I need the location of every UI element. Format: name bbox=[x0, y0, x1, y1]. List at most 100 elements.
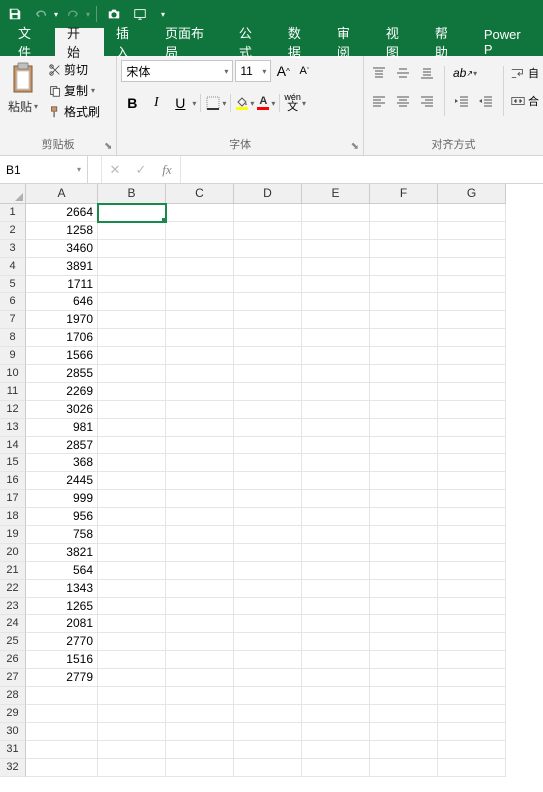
cell[interactable] bbox=[234, 276, 302, 294]
tab-view[interactable]: 视图 bbox=[374, 28, 423, 56]
cell[interactable] bbox=[234, 562, 302, 580]
cell[interactable] bbox=[166, 615, 234, 633]
cell[interactable] bbox=[98, 705, 166, 723]
cell[interactable] bbox=[98, 311, 166, 329]
cell[interactable] bbox=[302, 705, 370, 723]
cell[interactable] bbox=[370, 687, 438, 705]
row-header[interactable]: 12 bbox=[0, 401, 26, 419]
cell[interactable] bbox=[438, 204, 506, 222]
cell[interactable] bbox=[438, 329, 506, 347]
cancel-button[interactable]: ✕ bbox=[102, 162, 128, 178]
tab-insert[interactable]: 插入 bbox=[104, 28, 153, 56]
cell[interactable] bbox=[438, 472, 506, 490]
border-button[interactable]: ▾ bbox=[205, 95, 226, 111]
cell[interactable] bbox=[98, 490, 166, 508]
cell[interactable] bbox=[370, 508, 438, 526]
cell[interactable] bbox=[98, 240, 166, 258]
cell[interactable]: 3821 bbox=[26, 544, 98, 562]
cell[interactable] bbox=[302, 204, 370, 222]
cell[interactable]: 2770 bbox=[26, 633, 98, 651]
cell[interactable] bbox=[370, 240, 438, 258]
cell[interactable] bbox=[302, 598, 370, 616]
tab-page-layout[interactable]: 页面布局 bbox=[153, 28, 227, 56]
cell[interactable] bbox=[370, 598, 438, 616]
row-header[interactable]: 5 bbox=[0, 276, 26, 294]
row-header[interactable]: 29 bbox=[0, 705, 26, 723]
cell[interactable] bbox=[370, 329, 438, 347]
row-header[interactable]: 6 bbox=[0, 293, 26, 311]
phonetic-button[interactable]: wén 文 ▾ bbox=[284, 93, 306, 113]
cell[interactable] bbox=[98, 347, 166, 365]
cell[interactable] bbox=[370, 293, 438, 311]
cell[interactable] bbox=[302, 687, 370, 705]
cell[interactable] bbox=[234, 741, 302, 759]
column-header[interactable]: G bbox=[438, 184, 506, 204]
row-header[interactable]: 10 bbox=[0, 365, 26, 383]
cell[interactable] bbox=[234, 723, 302, 741]
cell[interactable] bbox=[234, 454, 302, 472]
cell[interactable] bbox=[166, 562, 234, 580]
cell[interactable] bbox=[98, 669, 166, 687]
cell[interactable] bbox=[234, 669, 302, 687]
cell[interactable] bbox=[370, 526, 438, 544]
row-header[interactable]: 27 bbox=[0, 669, 26, 687]
row-header[interactable]: 24 bbox=[0, 615, 26, 633]
cell[interactable] bbox=[302, 293, 370, 311]
cell[interactable] bbox=[370, 401, 438, 419]
merge-center-button[interactable]: 合 bbox=[510, 90, 539, 112]
cell[interactable] bbox=[166, 311, 234, 329]
cell[interactable] bbox=[98, 419, 166, 437]
touch-mode-icon[interactable] bbox=[129, 3, 151, 25]
cell[interactable]: 2269 bbox=[26, 383, 98, 401]
orientation-button[interactable]: ab↗▾ bbox=[451, 62, 479, 84]
align-middle-button[interactable] bbox=[392, 62, 414, 84]
row-header[interactable]: 25 bbox=[0, 633, 26, 651]
row-header[interactable]: 30 bbox=[0, 723, 26, 741]
tab-home[interactable]: 开始 bbox=[55, 28, 104, 56]
cell[interactable] bbox=[438, 222, 506, 240]
enter-button[interactable]: ✓ bbox=[128, 162, 154, 178]
cell[interactable] bbox=[438, 562, 506, 580]
align-right-button[interactable] bbox=[416, 90, 438, 112]
cell[interactable] bbox=[98, 526, 166, 544]
row-header[interactable]: 13 bbox=[0, 419, 26, 437]
cell[interactable] bbox=[98, 222, 166, 240]
row-header[interactable]: 26 bbox=[0, 651, 26, 669]
cell[interactable] bbox=[98, 454, 166, 472]
cell[interactable] bbox=[234, 204, 302, 222]
cell[interactable] bbox=[98, 383, 166, 401]
cell[interactable] bbox=[302, 651, 370, 669]
cell[interactable] bbox=[166, 347, 234, 365]
format-painter-button[interactable]: 格式刷 bbox=[46, 102, 102, 121]
cell[interactable] bbox=[234, 240, 302, 258]
cell[interactable] bbox=[98, 562, 166, 580]
cell[interactable] bbox=[234, 419, 302, 437]
column-header[interactable]: C bbox=[166, 184, 234, 204]
cell[interactable]: 1343 bbox=[26, 580, 98, 598]
cell[interactable] bbox=[166, 651, 234, 669]
cell[interactable] bbox=[98, 741, 166, 759]
cell[interactable] bbox=[234, 508, 302, 526]
cell[interactable] bbox=[370, 383, 438, 401]
cell[interactable] bbox=[234, 222, 302, 240]
cell[interactable]: 999 bbox=[26, 490, 98, 508]
cell[interactable] bbox=[302, 329, 370, 347]
row-header[interactable]: 11 bbox=[0, 383, 26, 401]
italic-button[interactable]: I bbox=[145, 92, 167, 114]
cell[interactable] bbox=[234, 598, 302, 616]
tab-help[interactable]: 帮助 bbox=[423, 28, 472, 56]
cell[interactable]: 1566 bbox=[26, 347, 98, 365]
cell[interactable] bbox=[166, 437, 234, 455]
cell[interactable] bbox=[234, 651, 302, 669]
cell[interactable] bbox=[234, 293, 302, 311]
cell[interactable]: 1516 bbox=[26, 651, 98, 669]
cell[interactable] bbox=[234, 705, 302, 723]
tab-formulas[interactable]: 公式 bbox=[227, 28, 276, 56]
undo-caret-icon[interactable]: ▾ bbox=[54, 10, 58, 19]
cell[interactable] bbox=[438, 347, 506, 365]
cell[interactable] bbox=[234, 472, 302, 490]
cell[interactable] bbox=[302, 383, 370, 401]
tab-review[interactable]: 审阅 bbox=[325, 28, 374, 56]
cell[interactable] bbox=[438, 580, 506, 598]
dialog-launcher-icon[interactable]: ⬊ bbox=[104, 139, 112, 155]
